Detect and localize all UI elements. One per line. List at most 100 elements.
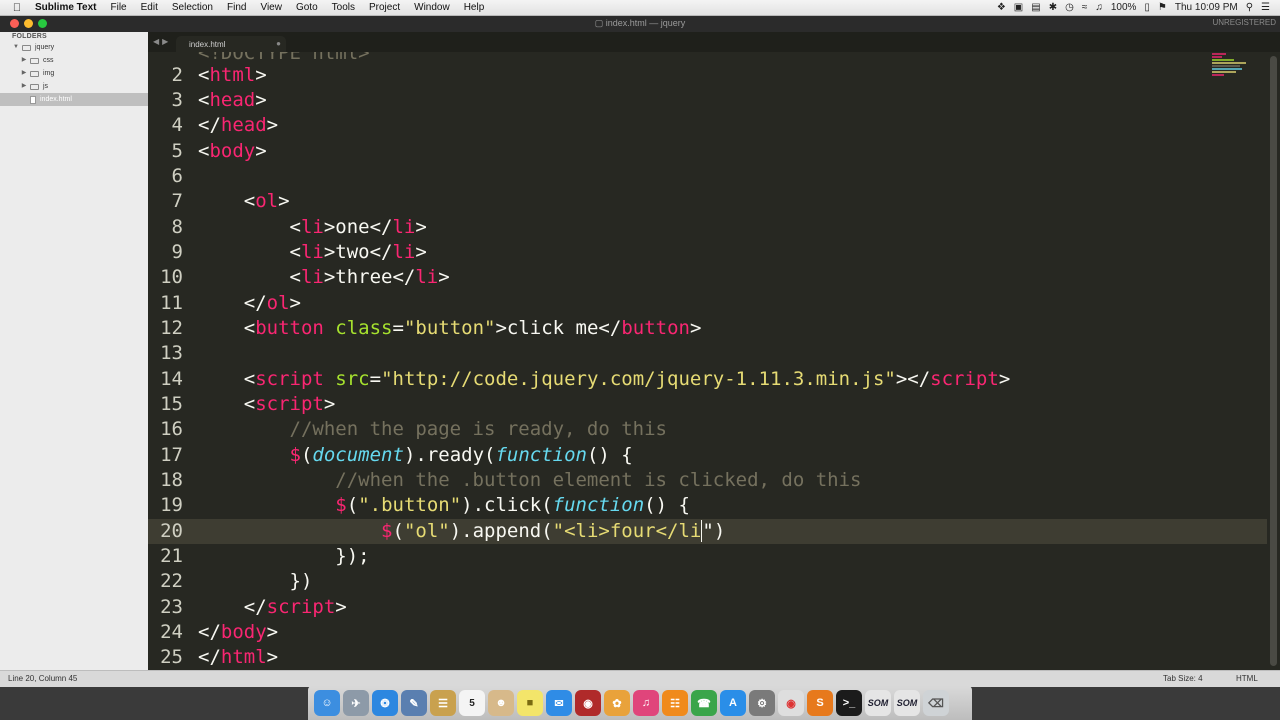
system-preferences-icon[interactable]: ⚙ — [749, 690, 775, 716]
time-machine-icon[interactable]: ◷ — [1065, 2, 1074, 13]
flag-icon[interactable]: ⚑ — [1158, 2, 1167, 13]
code-line-4[interactable]: 4 </head> — [148, 113, 1267, 138]
sidebar-file-index[interactable]: index.html — [0, 93, 148, 106]
code-line-25[interactable]: 25 </html> — [148, 645, 1267, 670]
sublime-text-icon[interactable]: S — [807, 690, 833, 716]
menu-window[interactable]: Window — [407, 0, 457, 15]
code-line-17[interactable]: 17 $(document).ready(function() { — [148, 443, 1267, 468]
menu-help[interactable]: Help — [457, 0, 492, 15]
disclosure-closed-icon[interactable]: ▶ — [20, 67, 28, 80]
code-line-9[interactable]: 9 <li>two</li> — [148, 240, 1267, 265]
dropbox-icon[interactable]: ❖ — [997, 2, 1006, 13]
contacts-icon[interactable]: ☻ — [488, 690, 514, 716]
battery-status[interactable]: 100% — [1111, 2, 1137, 13]
folder-label: img — [43, 70, 55, 77]
sidebar-folder-css[interactable]: ▶ css — [0, 54, 148, 67]
code-line-5[interactable]: 5 <body> — [148, 139, 1267, 164]
code-line-7[interactable]: 7 <ol> — [148, 189, 1267, 214]
menu-file[interactable]: File — [104, 0, 134, 15]
spotlight-icon[interactable]: ⚲ — [1246, 2, 1253, 13]
menu-project[interactable]: Project — [362, 0, 407, 15]
notification-center-icon[interactable]: ☰ — [1261, 2, 1270, 13]
menu-selection[interactable]: Selection — [165, 0, 220, 15]
code-line-16[interactable]: 16 //when the page is ready, do this — [148, 417, 1267, 442]
photo-booth-icon[interactable]: ◉ — [575, 690, 601, 716]
unregistered-label: UNREGISTERED — [1212, 18, 1276, 27]
code-line-13[interactable]: 13 — [148, 341, 1267, 366]
wifi-icon[interactable]: ≈ — [1082, 2, 1088, 13]
chrome-icon[interactable]: ◉ — [778, 690, 804, 716]
menu-app-name[interactable]: Sublime Text — [28, 0, 104, 15]
launchpad-icon[interactable]: ✈ — [343, 690, 369, 716]
line-number: 4 — [171, 114, 183, 136]
line-number: 16 — [160, 418, 183, 440]
sidebar-folder-jquery[interactable]: ▼ jquery — [0, 41, 148, 54]
sidebar-folder-img[interactable]: ▶ img — [0, 67, 148, 80]
bluetooth-icon[interactable]: ✱ — [1049, 2, 1057, 13]
cursor-position: Line 20, Column 45 — [8, 674, 78, 683]
menu-tools[interactable]: Tools — [325, 0, 362, 15]
menu-bar:  Sublime Text File Edit Selection Find … — [0, 0, 1280, 16]
vertical-scrollbar[interactable] — [1267, 52, 1280, 670]
disclosure-open-icon[interactable]: ▼ — [12, 41, 20, 54]
code-line-21[interactable]: 21 }); — [148, 544, 1267, 569]
tab-index-html[interactable]: index.html ● — [176, 36, 286, 52]
facetime-icon[interactable]: ☎ — [691, 690, 717, 716]
battery-icon[interactable]: ▯ — [1144, 2, 1150, 13]
code-line-8[interactable]: 8 <li>one</li> — [148, 215, 1267, 240]
monitor-icon[interactable]: ▤ — [1031, 2, 1040, 13]
screen-icon[interactable]: ▣ — [1014, 2, 1023, 13]
clock[interactable]: Thu 10:09 PM — [1175, 2, 1238, 13]
code-line-15[interactable]: 15 <script> — [148, 392, 1267, 417]
dock: ☺ ✈ ❂ ✎ ☰ 5 ☻ ■ ✉ ◉ ✿ ♫ ☷ ☎ A ⚙ ◉ S >_ S… — [308, 686, 972, 720]
ibooks-icon[interactable]: ☷ — [662, 690, 688, 716]
tab-close-icon[interactable]: ● — [276, 39, 281, 48]
preview-icon[interactable]: ✎ — [401, 690, 427, 716]
som-alt-icon[interactable]: SOM — [894, 690, 920, 716]
folder-icon — [30, 57, 39, 64]
safari-icon[interactable]: ❂ — [372, 690, 398, 716]
code-line-6[interactable]: 6 — [148, 164, 1267, 189]
code-editor[interactable]: <!DOCTYPE html> 2 <html> 3 <head> 4 </head>… — [148, 52, 1267, 670]
code-line-18[interactable]: 18 //when the .button element is clicked… — [148, 468, 1267, 493]
menu-goto[interactable]: Goto — [289, 0, 325, 15]
code-line-12[interactable]: 12 <button class="button">click me</butt… — [148, 316, 1267, 341]
code-line-11[interactable]: 11 </ol> — [148, 291, 1267, 316]
menu-find[interactable]: Find — [220, 0, 253, 15]
code-line-22[interactable]: 22 }) — [148, 569, 1267, 594]
code-line-19[interactable]: 19 $(".button").click(function() { — [148, 493, 1267, 518]
line-number: 2 — [171, 64, 183, 86]
calendar-icon[interactable]: 5 — [459, 690, 485, 716]
app-store-icon[interactable]: A — [720, 690, 746, 716]
apple-icon[interactable]:  — [6, 2, 28, 14]
scrollbar-thumb[interactable] — [1270, 56, 1277, 666]
window-title-text: index.html — jquery — [605, 18, 686, 28]
finder-icon[interactable]: ☺ — [314, 690, 340, 716]
disclosure-closed-icon[interactable]: ▶ — [20, 54, 28, 67]
status-bar: Line 20, Column 45 Tab Size: 4 HTML — [0, 670, 1280, 687]
itunes-icon[interactable]: ♫ — [633, 690, 659, 716]
minimap[interactable] — [1212, 52, 1267, 92]
disclosure-closed-icon[interactable]: ▶ — [20, 80, 28, 93]
messages-icon[interactable]: ✉ — [546, 690, 572, 716]
som-icon[interactable]: SOM — [865, 690, 891, 716]
terminal-icon[interactable]: >_ — [836, 690, 862, 716]
code-line-10[interactable]: 10 <li>three</li> — [148, 265, 1267, 290]
code-line-3[interactable]: 3 <head> — [148, 88, 1267, 113]
volume-icon[interactable]: ♫ — [1095, 2, 1103, 13]
code-line-2[interactable]: 2 <html> — [148, 63, 1267, 88]
trash-icon[interactable]: ⌫ — [923, 690, 949, 716]
code-line-23[interactable]: 23 </script> — [148, 595, 1267, 620]
photos-icon[interactable]: ✿ — [604, 690, 630, 716]
syntax-selector[interactable]: HTML — [1236, 674, 1258, 683]
code-line-20-current[interactable]: 20 $("ol").append("<li>four</li") — [148, 519, 1267, 544]
tab-size-selector[interactable]: Tab Size: 4 — [1163, 674, 1203, 683]
menu-view[interactable]: View — [253, 0, 289, 15]
notes-icon[interactable]: ☰ — [430, 690, 456, 716]
menu-edit[interactable]: Edit — [134, 0, 165, 15]
code-line-14[interactable]: 14 <script src="http://code.jquery.com/j… — [148, 367, 1267, 392]
sidebar-folder-js[interactable]: ▶ js — [0, 80, 148, 93]
stickies-icon[interactable]: ■ — [517, 690, 543, 716]
code-line-24[interactable]: 24 </body> — [148, 620, 1267, 645]
tab-nav-arrows-icon[interactable]: ◀▶ — [153, 37, 171, 46]
